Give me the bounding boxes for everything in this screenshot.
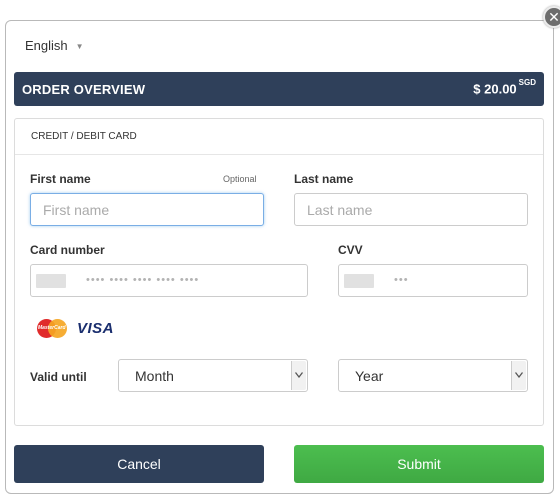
language-label: English xyxy=(25,38,68,53)
language-select[interactable]: English ▼ xyxy=(25,38,84,53)
first-name-input[interactable] xyxy=(30,193,264,226)
card-number-label: Card number xyxy=(30,243,105,257)
month-select[interactable]: Month xyxy=(118,359,308,392)
first-name-optional: Optional xyxy=(223,174,257,184)
mastercard-logo-icon: MasterCard xyxy=(37,319,67,339)
last-name-label: Last name xyxy=(294,172,354,186)
order-title: ORDER OVERVIEW xyxy=(22,82,146,97)
cancel-button[interactable]: Cancel xyxy=(14,445,264,483)
chevron-down-icon xyxy=(291,361,306,390)
close-icon[interactable]: ✕ xyxy=(543,6,560,28)
caret-down-icon: ▼ xyxy=(75,42,84,51)
order-amount-value: $ 20.00 xyxy=(473,81,517,97)
card-section-header: CREDIT / DEBIT CARD xyxy=(15,119,543,155)
month-select-value: Month xyxy=(135,368,174,384)
mastercard-wordmark: MasterCard xyxy=(38,325,66,331)
chevron-down-icon xyxy=(511,361,526,390)
cvv-input[interactable]: ••• xyxy=(338,264,528,297)
submit-button[interactable]: Submit xyxy=(294,445,544,483)
currency-code: SGD xyxy=(518,78,536,87)
order-overview-bar: ORDER OVERVIEW $ 20.00 SGD xyxy=(14,72,544,106)
card-icon xyxy=(36,274,66,288)
cvv-label: CVV xyxy=(338,243,363,257)
valid-until-label: Valid until xyxy=(30,370,87,384)
cvv-placeholder: ••• xyxy=(394,274,409,286)
year-select[interactable]: Year xyxy=(338,359,528,392)
cvv-card-icon xyxy=(344,274,374,288)
card-number-input[interactable]: •••• •••• •••• •••• •••• xyxy=(30,264,308,297)
visa-logo-icon: VISA xyxy=(77,320,115,337)
year-select-value: Year xyxy=(355,368,384,384)
card-section-title: CREDIT / DEBIT CARD xyxy=(31,131,137,142)
card-number-placeholder: •••• •••• •••• •••• •••• xyxy=(86,274,200,286)
order-amount: $ 20.00 SGD xyxy=(473,78,536,97)
first-name-label: First name xyxy=(30,172,91,186)
last-name-input[interactable] xyxy=(294,193,528,226)
